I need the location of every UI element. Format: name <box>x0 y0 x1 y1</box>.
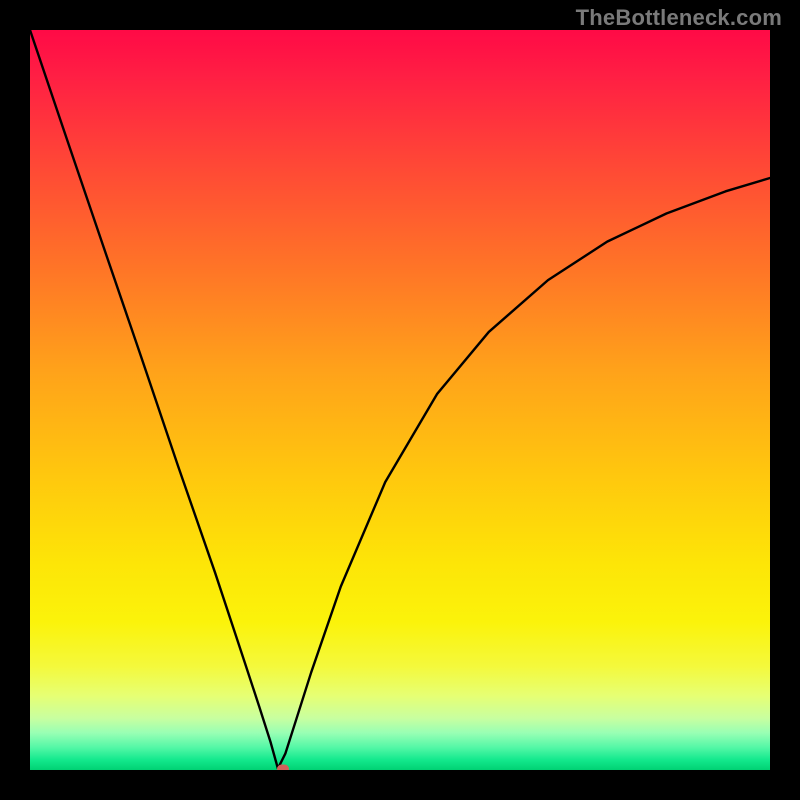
bottleneck-curve <box>30 30 770 770</box>
optimal-point-marker <box>277 764 289 770</box>
plot-area <box>30 30 770 770</box>
watermark-text: TheBottleneck.com <box>576 5 782 31</box>
chart-frame: TheBottleneck.com <box>0 0 800 800</box>
